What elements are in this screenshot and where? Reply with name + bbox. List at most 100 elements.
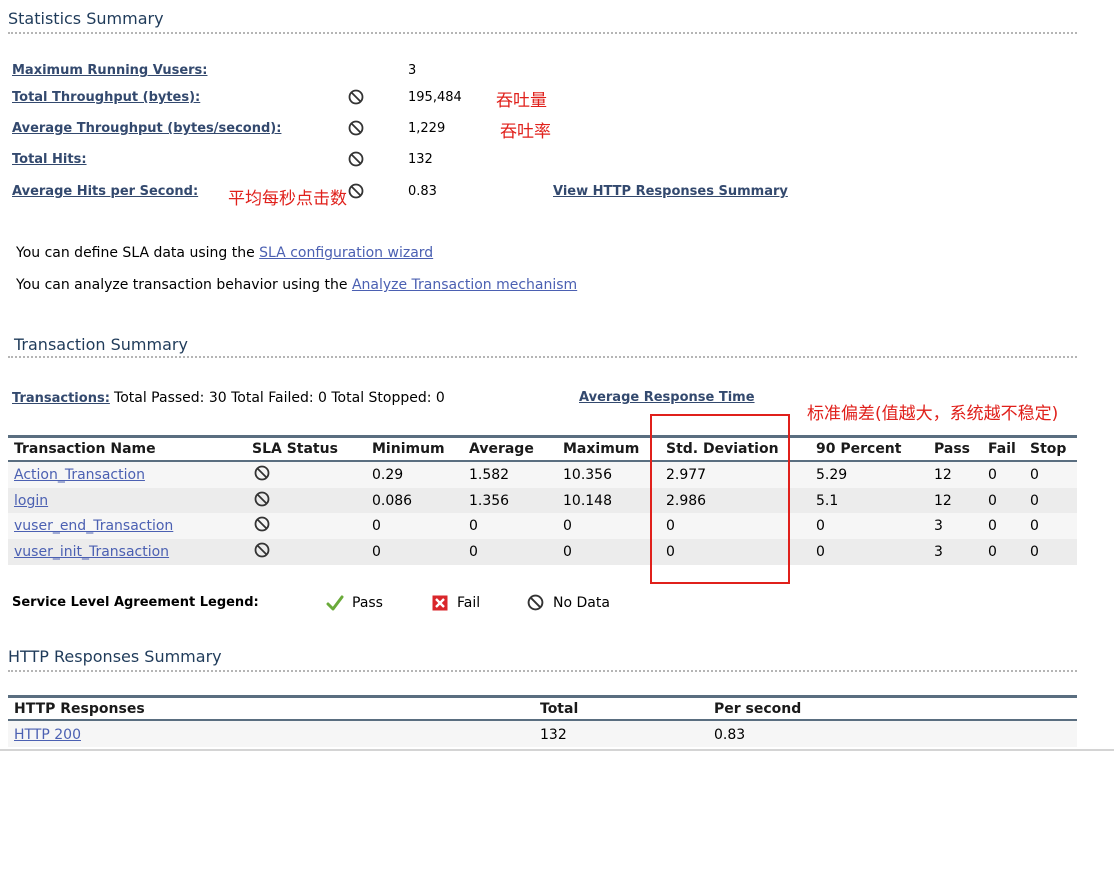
col-per-second: Per second: [714, 701, 802, 717]
cell-stop: 0: [1030, 467, 1039, 483]
table-row: vuser_end_Transaction 0 0 0 0 0 3 0 0: [8, 513, 1077, 539]
no-data-icon: [348, 151, 364, 167]
cell-minimum: 0.29: [372, 467, 404, 483]
col-average: Average: [469, 441, 534, 457]
std-deviation-highlight-box: [650, 414, 790, 584]
col-total: Total: [540, 701, 579, 717]
std-deviation-annotation: 标准偏差(值越大，系统越不稳定): [807, 404, 1059, 424]
legend-pass-label: Pass: [352, 595, 383, 611]
section-divider: [8, 32, 1077, 34]
transactions-summary-line: Transactions: Total Passed: 30 Total Fai…: [12, 390, 445, 406]
col-maximum: Maximum: [563, 441, 640, 457]
cell-pass: 12: [934, 467, 952, 483]
cell-maximum: 0: [563, 518, 572, 534]
throughput-rate-annotation: 吞吐率: [500, 122, 551, 142]
col-pass: Pass: [934, 441, 970, 457]
cell-per-second: 0.83: [714, 727, 746, 743]
no-data-icon: [527, 594, 544, 611]
legend-nodata-label: No Data: [553, 595, 610, 611]
throughput-annotation: 吞吐量: [496, 91, 547, 111]
cell-pass: 3: [934, 544, 943, 560]
cell-average: 0: [469, 518, 478, 534]
http-response-link[interactable]: HTTP 200: [14, 727, 81, 743]
transaction-name-link[interactable]: login: [14, 493, 48, 509]
stat-value-max-vusers: 3: [408, 63, 417, 78]
table-row: vuser_init_Transaction 0 0 0 0 0 3 0 0: [8, 539, 1077, 565]
sla-config-line: You can define SLA data using the SLA co…: [16, 245, 433, 261]
no-data-icon: [254, 542, 270, 558]
analyze-transaction-text: You can analyze transaction behavior usi…: [16, 277, 352, 293]
fail-x-icon: [432, 595, 448, 611]
cell-maximum: 10.148: [563, 493, 612, 509]
cell-average: 1.582: [469, 467, 510, 483]
cell-average: 0: [469, 544, 478, 560]
sla-config-text: You can define SLA data using the: [16, 245, 260, 261]
col-transaction-name: Transaction Name: [14, 441, 156, 457]
cell-fail: 0: [988, 493, 997, 509]
section-divider: [8, 670, 1077, 672]
analyze-transaction-line: You can analyze transaction behavior usi…: [16, 277, 577, 293]
no-data-icon: [348, 89, 364, 105]
cell-minimum: 0.086: [372, 493, 413, 509]
stat-value-avg-hits: 0.83: [408, 184, 437, 199]
cell-pass: 12: [934, 493, 952, 509]
cell-stop: 0: [1030, 493, 1039, 509]
stat-label-total-throughput[interactable]: Total Throughput (bytes):: [12, 90, 200, 105]
col-90-percent: 90 Percent: [816, 441, 902, 457]
no-data-icon: [254, 465, 270, 481]
transaction-summary-heading: Transaction Summary: [14, 335, 188, 354]
transaction-name-link[interactable]: vuser_end_Transaction: [14, 518, 173, 534]
cell-fail: 0: [988, 467, 997, 483]
col-fail: Fail: [988, 441, 1016, 457]
cell-fail: 0: [988, 518, 997, 534]
cell-90-percent: 5.1: [816, 493, 839, 509]
stat-value-total-hits: 132: [408, 152, 433, 167]
stat-value-avg-throughput: 1,229: [408, 121, 446, 136]
table-row: Action_Transaction 0.29 1.582 10.356 2.9…: [8, 462, 1077, 488]
transactions-totals: Total Passed: 30 Total Failed: 0 Total S…: [114, 390, 445, 406]
cell-maximum: 0: [563, 544, 572, 560]
stat-value-total-throughput: 195,484: [408, 90, 462, 105]
col-minimum: Minimum: [372, 441, 445, 457]
legend-fail-label: Fail: [457, 595, 481, 611]
page-bottom-border: [0, 749, 1114, 751]
cell-minimum: 0: [372, 518, 381, 534]
stat-label-total-hits[interactable]: Total Hits:: [12, 152, 87, 167]
pass-check-icon: [326, 595, 344, 611]
col-http-responses: HTTP Responses: [14, 701, 145, 717]
transaction-name-link[interactable]: Action_Transaction: [14, 467, 145, 483]
view-http-responses-link[interactable]: View HTTP Responses Summary: [553, 184, 788, 199]
cell-stop: 0: [1030, 518, 1039, 534]
no-data-icon: [254, 491, 270, 507]
cell-average: 1.356: [469, 493, 510, 509]
sla-legend-title: Service Level Agreement Legend:: [12, 595, 259, 610]
cell-90-percent: 5.29: [816, 467, 848, 483]
table-header-top-bar: [8, 435, 1077, 438]
cell-90-percent: 0: [816, 518, 825, 534]
table-header-top-bar: [8, 695, 1077, 698]
cell-minimum: 0: [372, 544, 381, 560]
average-response-time-link[interactable]: Average Response Time: [579, 390, 755, 405]
cell-90-percent: 0: [816, 544, 825, 560]
statistics-summary-heading: Statistics Summary: [8, 9, 164, 28]
sla-config-wizard-link[interactable]: SLA configuration wizard: [259, 245, 433, 261]
cell-maximum: 10.356: [563, 467, 612, 483]
http-responses-heading: HTTP Responses Summary: [8, 647, 222, 666]
cell-stop: 0: [1030, 544, 1039, 560]
no-data-icon: [348, 120, 364, 136]
col-stop: Stop: [1030, 441, 1067, 457]
stat-label-max-vusers[interactable]: Maximum Running Vusers:: [12, 63, 208, 78]
stat-label-avg-hits[interactable]: Average Hits per Second:: [12, 184, 198, 199]
cell-fail: 0: [988, 544, 997, 560]
analyze-transaction-link[interactable]: Analyze Transaction mechanism: [352, 277, 577, 293]
table-row: login 0.086 1.356 10.148 2.986 5.1 12 0 …: [8, 488, 1077, 514]
transaction-name-link[interactable]: vuser_init_Transaction: [14, 544, 169, 560]
stat-label-avg-throughput[interactable]: Average Throughput (bytes/second):: [12, 121, 281, 136]
no-data-icon: [254, 516, 270, 532]
no-data-icon: [348, 183, 364, 199]
section-divider: [8, 356, 1077, 358]
cell-total: 132: [540, 727, 567, 743]
cell-pass: 3: [934, 518, 943, 534]
transactions-link[interactable]: Transactions:: [12, 391, 110, 406]
col-sla-status: SLA Status: [252, 441, 338, 457]
